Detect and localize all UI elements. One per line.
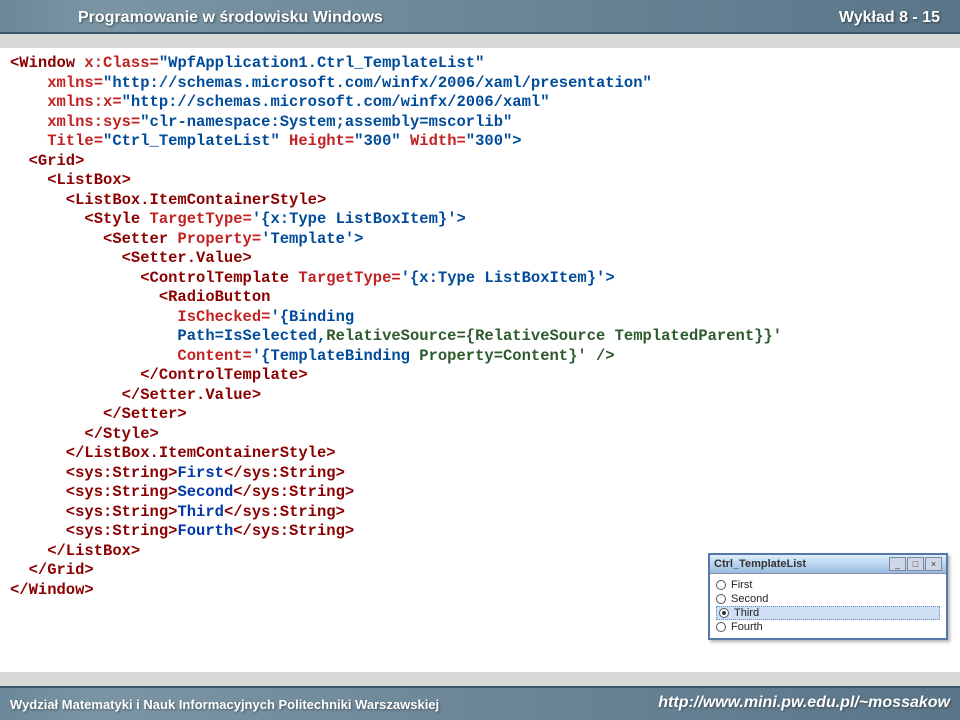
- code-token: <Style: [10, 210, 150, 228]
- code-token: "WpfApplication1.Ctrl_TemplateList": [159, 54, 485, 72]
- code-token: x:Class=: [84, 54, 158, 72]
- code-token: xmlns:x=: [10, 93, 122, 111]
- footer-department: Wydział Matematyki i Nauk Informacyjnych…: [10, 697, 439, 712]
- code-token: </ControlTemplate>: [10, 366, 308, 384]
- code-token: <ControlTemplate: [10, 269, 298, 287]
- close-icon[interactable]: ×: [925, 557, 942, 571]
- code-token: <Setter.Value>: [10, 249, 252, 267]
- code-token: Property=Content}' />: [419, 347, 614, 365]
- code-token: IsChecked=: [10, 308, 270, 326]
- code-token: "Ctrl_TemplateList": [103, 132, 289, 150]
- code-token: "http://schemas.microsoft.com/winfx/2006…: [122, 93, 550, 111]
- code-token: Second: [177, 483, 233, 501]
- code-token: </ListBox.ItemContainerStyle>: [10, 444, 336, 462]
- code-token: </Grid>: [10, 561, 94, 579]
- code-token: TargetType=: [298, 269, 400, 287]
- header-strip: [0, 34, 960, 48]
- slide-number: Wykład 8 - 15: [839, 9, 940, 27]
- code-token: <Window: [10, 54, 84, 72]
- code-token: First: [177, 464, 224, 482]
- list-item[interactable]: First: [716, 578, 940, 592]
- code-token: xmlns=: [10, 74, 103, 92]
- code-token: </ListBox>: [10, 542, 140, 560]
- mini-window: Ctrl_TemplateList _ □ × First Second Thi…: [708, 553, 948, 640]
- code-token: </Setter.Value>: [10, 386, 261, 404]
- code-token: "clr-namespace:System;assembly=mscorlib": [140, 113, 512, 131]
- code-token: Title=: [10, 132, 103, 150]
- radio-icon[interactable]: [716, 594, 726, 604]
- code-token: Content=: [10, 347, 252, 365]
- radio-icon[interactable]: [716, 622, 726, 632]
- code-token: <ListBox>: [10, 171, 131, 189]
- code-token: </Setter>: [10, 405, 187, 423]
- footer-url: http://www.mini.pw.edu.pl/~mossakow: [658, 694, 950, 712]
- code-token: <sys:String>: [10, 483, 177, 501]
- code-token: Width=: [410, 132, 466, 150]
- mini-listbox[interactable]: First Second Third Fourth: [710, 574, 946, 638]
- list-item-label: Fourth: [731, 621, 763, 633]
- code-token: '{TemplateBinding: [252, 347, 419, 365]
- code-token: </sys:String>: [233, 522, 354, 540]
- code-token: </Window>: [10, 581, 94, 599]
- mini-titlebar[interactable]: Ctrl_TemplateList _ □ ×: [710, 555, 946, 574]
- code-token: <ListBox.ItemContainerStyle>: [10, 191, 326, 209]
- list-item[interactable]: Second: [716, 592, 940, 606]
- code-token: <sys:String>: [10, 464, 177, 482]
- slide-title: Programowanie w środowisku Windows: [78, 9, 383, 27]
- radio-icon[interactable]: [719, 608, 729, 618]
- code-token: </Style>: [10, 425, 159, 443]
- code-token: <RadioButton: [10, 288, 270, 306]
- code-token: xmlns:sys=: [10, 113, 140, 131]
- maximize-icon[interactable]: □: [907, 557, 924, 571]
- list-item[interactable]: Third: [716, 606, 940, 620]
- code-token: </sys:String>: [233, 483, 354, 501]
- code-token: </sys:String>: [224, 503, 345, 521]
- list-item-label: Third: [734, 607, 759, 619]
- code-token: RelativeSource={RelativeSource Templated…: [326, 327, 782, 345]
- code-token: <sys:String>: [10, 503, 177, 521]
- list-item-label: Second: [731, 593, 768, 605]
- code-token: <Setter: [10, 230, 177, 248]
- mini-window-title: Ctrl_TemplateList: [714, 558, 806, 570]
- code-token: '{Binding: [270, 308, 354, 326]
- code-block: <Window x:Class="WpfApplication1.Ctrl_Te…: [10, 54, 950, 600]
- mini-window-controls: _ □ ×: [889, 557, 942, 571]
- code-token: <sys:String>: [10, 522, 177, 540]
- code-token: Fourth: [177, 522, 233, 540]
- code-token: "300": [354, 132, 410, 150]
- code-token: "http://schemas.microsoft.com/winfx/2006…: [103, 74, 652, 92]
- code-token: TargetType=: [150, 210, 252, 228]
- list-item-label: First: [731, 579, 752, 591]
- footer-strip: [0, 672, 960, 686]
- code-token: '{x:Type ListBoxItem}'>: [401, 269, 615, 287]
- code-token: Third: [177, 503, 224, 521]
- code-token: Property=: [177, 230, 261, 248]
- code-token: 'Template'>: [261, 230, 363, 248]
- minimize-icon[interactable]: _: [889, 557, 906, 571]
- code-token: '{x:Type ListBoxItem}'>: [252, 210, 466, 228]
- code-token: </sys:String>: [224, 464, 345, 482]
- code-token: <Grid>: [10, 152, 84, 170]
- code-token: "300">: [466, 132, 522, 150]
- code-token: Height=: [289, 132, 354, 150]
- radio-icon[interactable]: [716, 580, 726, 590]
- code-token: Path=IsSelected,: [10, 327, 326, 345]
- list-item[interactable]: Fourth: [716, 620, 940, 634]
